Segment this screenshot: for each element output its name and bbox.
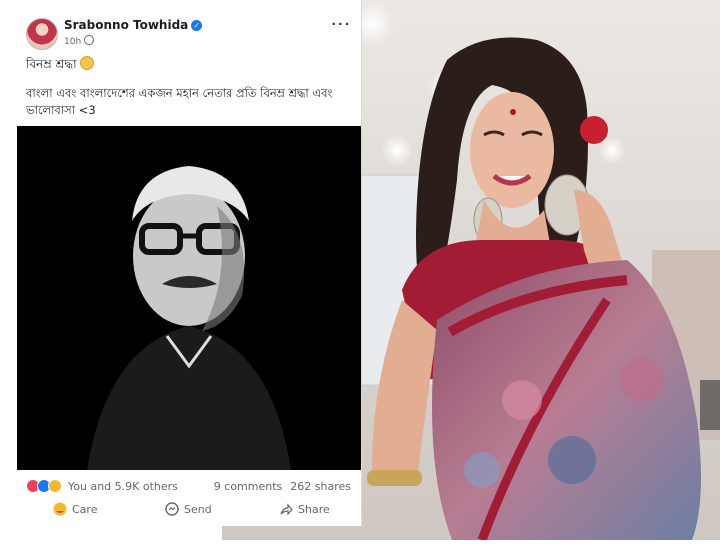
care-label: Care	[72, 503, 98, 516]
share-arrow-icon	[280, 503, 293, 516]
post-card: Srabonno Towhida ✓ 10h ··· বিনম্র শ্রদ্ধা…	[17, 0, 362, 526]
verified-badge-icon: ✓	[191, 20, 203, 31]
more-options-icon[interactable]: ···	[331, 14, 351, 35]
share-count[interactable]: 262 shares	[290, 480, 351, 493]
post-stats: 9 comments 262 shares	[206, 480, 351, 493]
smile-emoji-icon	[79, 56, 94, 70]
send-button[interactable]: Send	[165, 502, 212, 516]
reactions-row: You and 5.9K others 9 comments 262 shares	[26, 478, 351, 494]
post-meta: 10h	[64, 35, 95, 47]
post-title-line: বিনম্র শ্রদ্ধা	[26, 56, 94, 76]
action-bar: Care Send Share	[17, 502, 361, 522]
post-photo[interactable]	[17, 126, 361, 470]
care-emoji-icon	[53, 502, 67, 516]
portrait-sketch	[17, 126, 361, 470]
avatar[interactable]	[26, 18, 58, 50]
author-name[interactable]: Srabonno Towhida	[64, 18, 188, 32]
messenger-icon	[165, 502, 179, 516]
reaction-icons[interactable]	[26, 479, 62, 493]
post-header: Srabonno Towhida ✓ 10h ···	[26, 14, 361, 54]
post-time[interactable]: 10h	[64, 37, 81, 47]
author-line: Srabonno Towhida ✓	[64, 18, 203, 32]
care-button[interactable]: Care	[53, 502, 97, 516]
post-body: বাংলা এবং বাংলাদেশের একজন মহান নেতার প্র…	[26, 86, 333, 117]
comment-count[interactable]: 9 comments	[214, 480, 283, 493]
reaction-summary[interactable]: You and 5.9K others	[68, 480, 178, 493]
globe-icon	[84, 35, 95, 45]
share-button[interactable]: Share	[279, 502, 330, 516]
send-label: Send	[184, 503, 212, 516]
care-reaction-icon	[48, 479, 62, 493]
post-title: বিনম্র শ্রদ্ধা	[26, 57, 77, 71]
share-label: Share	[298, 503, 330, 516]
